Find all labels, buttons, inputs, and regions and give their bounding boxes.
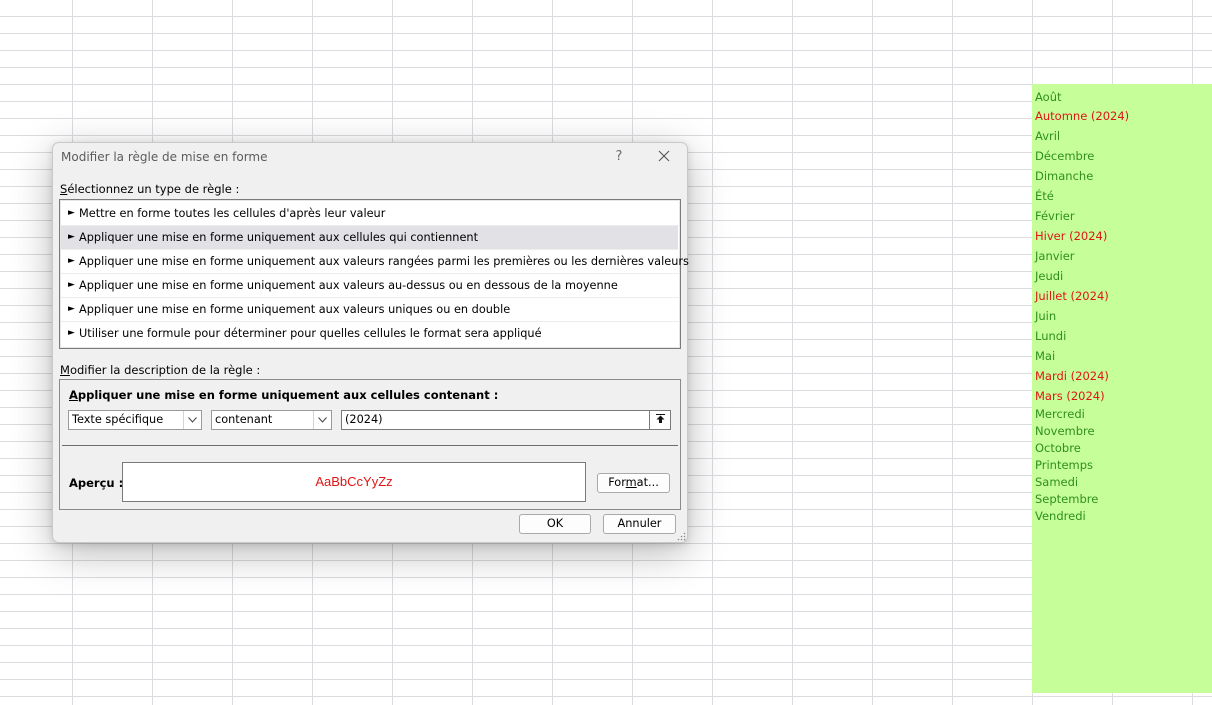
ok-button[interactable]: OK [519,514,591,534]
highlighted-column: Août Automne (2024) Avril Décembre Diman… [1032,84,1212,693]
cell-mercredi[interactable]: Mercredi [1035,406,1085,422]
cell-mars-2024[interactable]: Mars (2024) [1035,388,1105,404]
arrow-right-icon: ► [68,232,75,242]
help-button[interactable]: ? [606,145,632,169]
rule-type-item[interactable]: ► Appliquer une mise en forme uniquement … [61,298,679,322]
cell-lundi[interactable]: Lundi [1035,328,1066,344]
rule-type-label: Appliquer une mise en forme uniquement a… [79,279,618,292]
cell-juillet-2024[interactable]: Juillet (2024) [1035,288,1109,304]
rule-type-label: Mettre en forme toutes les cellules d'ap… [79,207,386,220]
chevron-down-icon[interactable] [183,411,201,429]
arrow-right-icon: ► [68,208,75,218]
cell-hiver-2024[interactable]: Hiver (2024) [1035,228,1107,244]
close-button[interactable] [649,146,679,168]
cell-fevrier[interactable]: Février [1035,208,1075,224]
cell-ete[interactable]: Été [1035,188,1054,204]
rule-type-label: Appliquer une mise en forme uniquement a… [79,231,478,244]
divider [62,445,678,446]
cell-jeudi[interactable]: Jeudi [1035,268,1063,284]
cell-aout[interactable]: Août [1035,89,1062,105]
arrow-right-icon: ► [68,304,75,314]
cell-decembre[interactable]: Décembre [1035,148,1094,164]
rule-description-group: Appliquer une mise en forme uniquement a… [59,379,681,510]
edit-formatting-rule-dialog: Modifier la règle de mise en forme ? Sél… [52,142,689,543]
cell-janvier[interactable]: Janvier [1035,248,1075,264]
arrow-right-icon: ► [68,280,75,290]
description-heading: Appliquer une mise en forme uniquement a… [69,388,499,402]
arrow-right-icon: ► [68,328,75,338]
cell-juin[interactable]: Juin [1035,308,1056,324]
value-input[interactable]: (2024) [341,410,671,430]
operator-select[interactable]: contenant [211,410,332,430]
dialog-title: Modifier la règle de mise en forme [61,150,268,164]
cell-septembre[interactable]: Septembre [1035,491,1098,507]
rule-type-label: Appliquer une mise en forme uniquement a… [79,255,689,268]
edit-description-label: Modifier la description de la règle : [60,363,261,377]
cell-mai[interactable]: Mai [1035,348,1055,364]
condition-type-select[interactable]: Texte spécifique [68,410,202,430]
preview-label: Aperçu : [69,476,124,490]
chevron-down-icon[interactable] [313,411,331,429]
cell-avril[interactable]: Avril [1035,128,1060,144]
cell-novembre[interactable]: Novembre [1035,423,1095,439]
rule-type-label: Appliquer une mise en forme uniquement a… [79,303,511,316]
value-input-text: (2024) [345,413,383,426]
rule-type-item[interactable]: ► Appliquer une mise en forme uniquement … [61,274,679,298]
rule-type-item-selected[interactable]: ► Appliquer une mise en forme uniquement … [61,226,678,250]
resize-grip-icon[interactable] [676,531,686,541]
rule-type-item[interactable]: ► Mettre en forme toutes les cellules d'a… [61,202,679,226]
cell-samedi[interactable]: Samedi [1035,474,1078,490]
select-rule-type-label: Sélectionnez un type de règle : [60,182,240,196]
collapse-dialog-button[interactable] [649,411,670,429]
format-button[interactable]: Format... [597,473,670,493]
rule-type-label: Utiliser une formule pour déterminer pou… [79,327,542,340]
range-select-icon [655,414,665,423]
rule-type-item[interactable]: ► Appliquer une mise en forme uniquement … [61,250,689,274]
condition-type-value: Texte spécifique [72,413,164,426]
close-icon [658,150,670,162]
cell-vendredi[interactable]: Vendredi [1035,508,1086,524]
cell-dimanche[interactable]: Dimanche [1035,168,1093,184]
cell-automne-2024[interactable]: Automne (2024) [1035,108,1129,124]
operator-value: contenant [215,413,273,426]
arrow-right-icon: ► [68,256,75,266]
cell-printemps[interactable]: Printemps [1035,457,1093,473]
cancel-button[interactable]: Annuler [603,514,676,534]
rule-type-item[interactable]: ► Utiliser une formule pour déterminer po… [61,322,679,346]
cell-mardi-2024[interactable]: Mardi (2024) [1035,368,1109,384]
preview-box: AaBbCcYyZz [122,462,586,502]
cell-octobre[interactable]: Octobre [1035,440,1081,456]
rule-type-list[interactable]: ► Mettre en forme toutes les cellules d'a… [59,199,689,349]
